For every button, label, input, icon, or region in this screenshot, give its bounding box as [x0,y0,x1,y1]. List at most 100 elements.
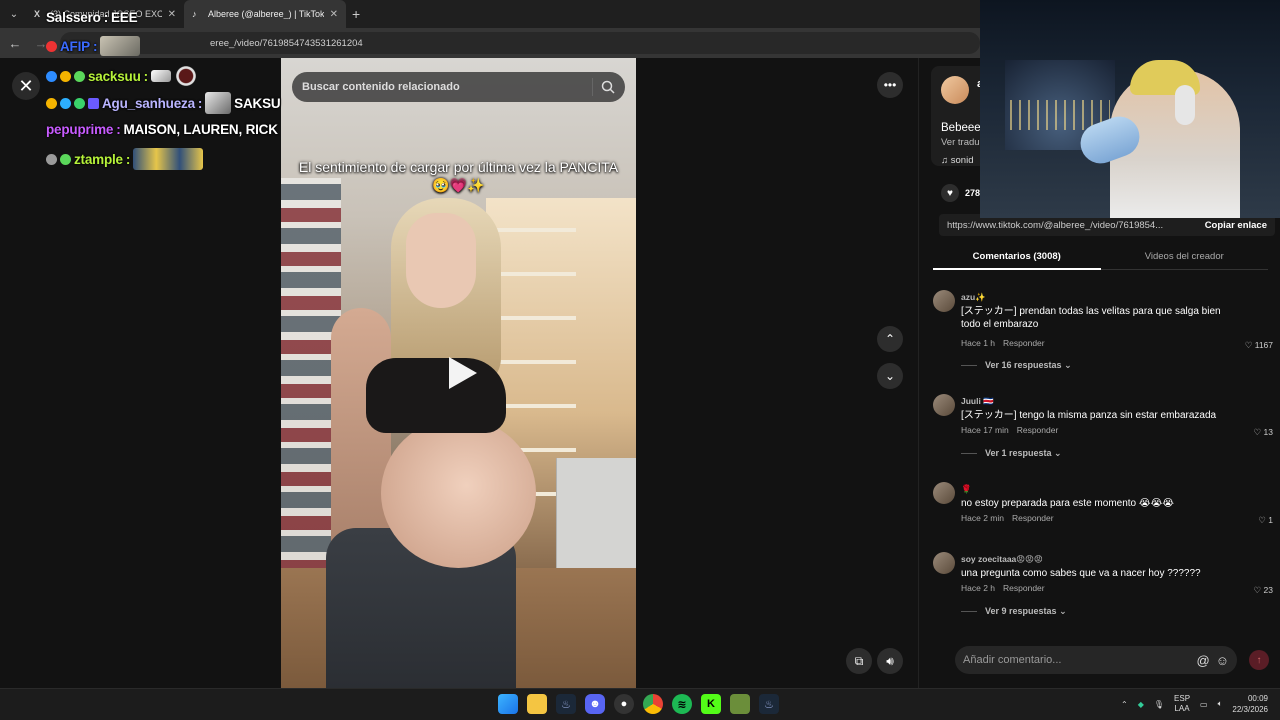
chat-badge-icon [46,40,57,52]
chrome-icon[interactable] [643,694,663,714]
reply-button[interactable]: Responder [1003,338,1045,348]
language-indicator[interactable]: ESP LAA [1174,694,1190,714]
music-link[interactable]: ♫ sonid [941,155,973,166]
add-comment-placeholder: Añadir comentario... [963,654,1062,666]
chevron-down-icon: ⌄ [1051,448,1062,458]
comment-meta: Hace 1 h Responder [961,338,1053,348]
chat-line: sacksuu: [46,64,198,88]
commenter-avatar[interactable] [933,482,955,504]
more-options-button[interactable]: ••• [877,72,903,98]
commenter-name[interactable]: soy zoecitaaa😡😡😡 [961,554,1043,565]
close-tab-icon[interactable]: ✕ [168,9,176,20]
commenter-avatar[interactable] [933,552,955,574]
video-description: Bebeee [941,122,981,134]
chat-separator: : [116,122,121,137]
see-translation-link[interactable]: Ver tradu [941,137,980,148]
chat-separator: : [197,95,203,111]
comment-like[interactable]: ♡ 1 [1258,515,1273,526]
chevron-down-icon: ⌄ [1061,360,1072,370]
next-video-button[interactable]: ⌄ [877,363,903,389]
comment-like[interactable]: ♡ 1167 [1245,340,1273,351]
minecraft-icon[interactable] [730,694,750,714]
comment-item: Juuli 🇨🇷 [ステッカー] tengo la misma panza si… [933,394,1273,474]
file-explorer-icon[interactable] [527,694,547,714]
chat-username: Agu_sanhueza [102,95,195,111]
tab-creator-videos[interactable]: Videos del creador [1100,246,1268,270]
url-field[interactable]: eree_/video/7619854743531261204 [60,32,980,54]
view-replies-button[interactable]: Ver 1 respuesta ⌄ [961,448,1062,459]
creator-avatar[interactable] [941,76,969,104]
close-icon: ✕ [18,75,34,96]
video-player[interactable]: El sentimiento de cargar por última vez … [281,58,636,688]
network-icon[interactable]: ▭ [1200,700,1208,709]
kick-icon[interactable]: K [701,694,721,714]
emoji-smile-icon[interactable]: ☺ [1216,653,1229,668]
reply-button[interactable]: Responder [1012,513,1054,523]
chat-badge-icon [46,70,57,82]
windows-start-icon[interactable] [498,694,518,714]
add-comment-input[interactable]: Añadir comentario... @ ☺ [955,646,1237,674]
tab-comments[interactable]: Comentarios (3008) [933,246,1101,270]
steam-icon[interactable]: ♨ [556,694,576,714]
view-replies-label: Ver 16 respuestas [985,360,1062,370]
tray-chevron-up-icon[interactable]: ⌃ [1121,700,1128,709]
view-replies-button[interactable]: Ver 16 respuestas ⌄ [961,360,1072,371]
security-shield-icon[interactable]: ◆ [1138,700,1144,709]
new-tab-plus-icon[interactable]: + [352,6,360,22]
comment-text: no estoy preparada para este momento 😭😭😭 [961,498,1174,509]
commenter-avatar[interactable] [933,394,955,416]
chat-message: MAISON, LAUREN, RICK [123,122,278,137]
chat-badge-icon [60,97,71,109]
microphone-icon[interactable]: 🎙︎ [1154,700,1164,709]
comment-meta: Hace 2 min Responder [961,513,1062,523]
chat-separator: : [103,10,109,25]
comment-like[interactable]: ♡ 23 [1254,585,1273,596]
commenter-name[interactable]: 🌹 [961,484,972,495]
tab-search-chevron-icon[interactable]: ⌄ [2,2,26,26]
reply-button[interactable]: Responder [1017,425,1059,435]
reply-button[interactable]: Responder [1003,583,1045,593]
chat-emote-icon [133,148,204,170]
view-replies-button[interactable]: Ver 9 respuestas ⌄ [961,606,1067,617]
browser-tab-tiktok[interactable]: ♪ Alberee (@alberee_) | TikTok ✕ [184,0,346,28]
related-search-input[interactable]: Buscar contenido relacionado [292,72,625,102]
video-caption: El sentimiento de cargar por última vez … [298,159,619,193]
close-tab-icon[interactable]: ✕ [330,9,338,20]
copy-link-button[interactable]: Copiar enlace [1205,220,1267,231]
comment-like[interactable]: ♡ 13 [1254,427,1273,438]
chat-separator: : [143,68,149,84]
screen: ⌄ X (3) Comunidad JOSEO EXCLU... ✕ ♪ Alb… [0,0,1280,720]
comment-item: azu✨ [ステッカー] prendan todas las velitas p… [933,290,1273,370]
previous-video-button[interactable]: ⌃ [877,326,903,352]
clock-time: 00:09 [1247,694,1268,703]
close-video-button[interactable]: ✕ [12,72,40,100]
chat-badge-icon [88,97,99,109]
chat-line: Salssero: EEE [46,10,138,25]
send-comment-button[interactable]: ↑ [1249,650,1269,670]
tab-title: Alberee (@alberee_) | TikTok [208,9,324,19]
spotify-icon[interactable]: ≋ [672,694,692,714]
comment-like-count: 23 [1263,585,1273,595]
mention-at-icon[interactable]: @ [1197,653,1210,668]
comment-time: Hace 17 min [961,425,1009,435]
play-icon[interactable] [441,353,481,393]
back-arrow-icon[interactable]: ← [4,36,26,51]
commenter-avatar[interactable] [933,290,955,312]
volume-icon[interactable]: 🔈︎ [1218,699,1223,709]
comment-like-count: 13 [1263,427,1273,437]
commenter-name[interactable]: Juuli 🇨🇷 [961,396,994,407]
chat-emote-icon [100,36,141,56]
chat-username: pepuprime [46,122,114,137]
search-placeholder: Buscar contenido relacionado [302,81,460,93]
search-icon[interactable] [601,80,615,94]
like-button[interactable]: ♥ 278. [941,184,983,202]
steam-icon-2[interactable]: ♨ [759,694,779,714]
obs-icon[interactable]: ● [614,694,634,714]
view-replies-label: Ver 1 respuesta [985,448,1052,458]
pip-button[interactable]: ⧉ [846,648,872,674]
heart-outline-icon: ♡ [1244,340,1255,350]
commenter-name[interactable]: azu✨ [961,292,986,303]
discord-icon[interactable]: ☻ [585,694,605,714]
volume-button[interactable]: 🔊︎ [877,648,903,674]
clock[interactable]: 00:09 22/3/2026 [1232,693,1268,715]
